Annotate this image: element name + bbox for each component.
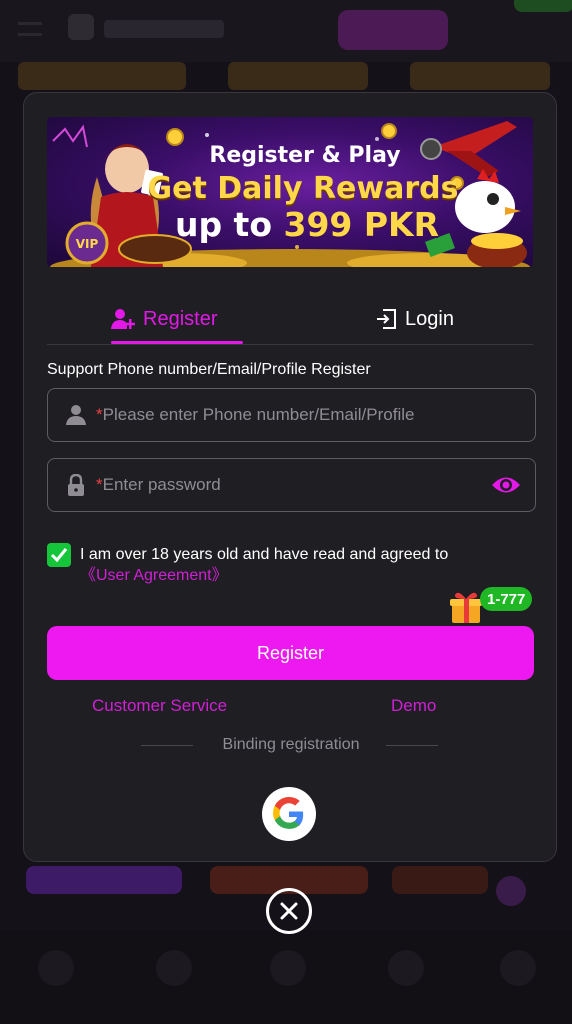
bg-logo-icon: [68, 14, 94, 40]
bg-nav-icon: [156, 950, 192, 986]
user-agreement-link[interactable]: 《User Agreement》: [80, 565, 520, 586]
bg-corner-badge: [514, 0, 572, 12]
user-plus-icon: [111, 309, 135, 329]
google-login-button[interactable]: [262, 787, 316, 841]
close-button[interactable]: [266, 888, 312, 934]
bg-nav-icon: [270, 950, 306, 986]
password-placeholder-text: Enter password: [102, 475, 221, 494]
gift-badge: 1-777: [480, 587, 533, 611]
required-mark: *: [96, 475, 103, 494]
bg-cta-button: [338, 10, 448, 50]
bg-fab: [496, 876, 526, 906]
bg-nav-icon: [500, 950, 536, 986]
tab-login[interactable]: Login: [375, 293, 454, 345]
gift-icon[interactable]: [448, 589, 484, 625]
bg-logo: [104, 20, 224, 38]
banner-amount-prefix: up to: [174, 205, 284, 244]
banner-title: Register & Play: [209, 143, 401, 168]
customer-service-link[interactable]: Customer Service: [92, 696, 227, 716]
tab-register-label: Register: [143, 307, 218, 330]
tab-login-label: Login: [405, 307, 454, 330]
active-tab-indicator: [111, 341, 243, 344]
banner-amount: up to 399 PKR: [147, 205, 467, 244]
bg-button: [392, 866, 488, 894]
banner-amount-value: 399 PKR: [283, 205, 440, 244]
google-icon: [273, 797, 304, 829]
eye-icon[interactable]: [491, 474, 521, 496]
lock-icon: [68, 474, 84, 496]
close-icon: [280, 902, 298, 920]
agreement-checkbox[interactable]: [47, 543, 71, 567]
bg-strip: [228, 62, 368, 90]
agreement-text: I am over 18 years old and have read and…: [80, 544, 520, 586]
username-placeholder-text: Please enter Phone number/Email/Profile: [102, 405, 415, 424]
tab-register[interactable]: Register: [111, 293, 217, 345]
support-text: Support Phone number/Email/Profile Regis…: [47, 361, 371, 378]
bg-strip: [410, 62, 550, 90]
register-modal: VIP Register & Play Get Daily Rewards up…: [23, 92, 557, 862]
username-placeholder: *Please enter Phone number/Email/Profile: [96, 405, 414, 425]
binding-registration-label: Binding registration: [222, 736, 360, 753]
password-placeholder: *Enter password: [96, 475, 221, 495]
divider: [386, 745, 438, 746]
password-field[interactable]: *Enter password: [47, 458, 536, 512]
register-button[interactable]: Register: [47, 626, 534, 680]
svg-text:VIP: VIP: [76, 237, 99, 251]
bg-button: [26, 866, 182, 894]
username-field[interactable]: *Please enter Phone number/Email/Profile: [47, 388, 536, 442]
user-icon: [66, 405, 86, 425]
auth-tabs: Register Login: [47, 293, 533, 345]
agreement-sentence: I am over 18 years old and have read and…: [80, 546, 449, 563]
bg-menu-icon: [18, 22, 42, 36]
bg-nav-icon: [38, 950, 74, 986]
demo-link[interactable]: Demo: [391, 696, 436, 716]
required-mark: *: [96, 405, 103, 424]
bg-nav-icon: [388, 950, 424, 986]
banner-headline: Get Daily Rewards: [147, 171, 459, 206]
promo-banner[interactable]: VIP Register & Play Get Daily Rewards up…: [47, 117, 533, 267]
check-icon: [50, 548, 68, 563]
login-icon: [377, 309, 396, 329]
bg-strip: [18, 62, 186, 90]
